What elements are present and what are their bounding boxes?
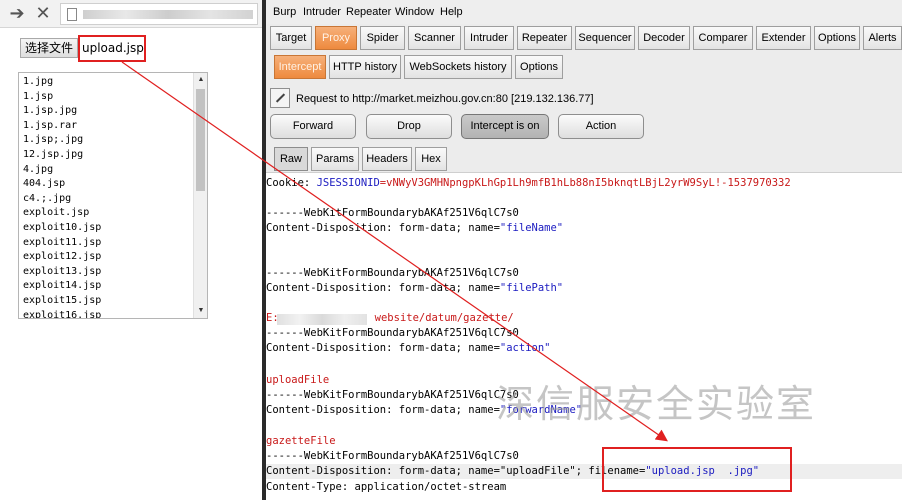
- disposition-line: Content-Disposition: form-data; name="fi…: [266, 281, 563, 296]
- edit-pencil-icon[interactable]: [270, 88, 290, 108]
- file-list-item[interactable]: 12.jsp.jpg: [23, 148, 101, 163]
- cd-prefix: Content-Disposition: form-data; name=: [266, 222, 500, 234]
- menu-burp[interactable]: Burp: [273, 5, 296, 19]
- tab-hex[interactable]: Hex: [415, 147, 447, 171]
- file-list-item[interactable]: exploit.jsp: [23, 206, 101, 221]
- choose-file-button[interactable]: 选择文件: [20, 38, 78, 58]
- tab-decoder[interactable]: Decoder: [638, 26, 690, 50]
- scroll-down-icon[interactable]: ▼: [194, 304, 207, 318]
- tab-proxy-options[interactable]: Options: [515, 55, 563, 79]
- file-list[interactable]: 1.jpg 1.jsp 1.jsp.jpg 1.jsp.rar 1.jsp;.jpg 12…: [18, 72, 208, 319]
- menu-bar: Burp Intruder Repeater Window Help: [266, 0, 902, 24]
- file-list-item[interactable]: 1.jsp.jpg: [23, 104, 101, 119]
- file-list-item[interactable]: exploit15.jsp: [23, 294, 101, 309]
- boundary-line: ------WebKitFormBoundarybAKAf251V6qlC7s0: [266, 389, 519, 401]
- disposition-line: Content-Disposition: form-data; name="fi…: [266, 221, 563, 236]
- tab-alerts[interactable]: Alerts: [863, 26, 902, 50]
- tab-intruder[interactable]: Intruder: [464, 26, 514, 50]
- tab-headers[interactable]: Headers: [362, 147, 412, 171]
- tab-params[interactable]: Params: [311, 147, 359, 171]
- file-list-item[interactable]: exploit14.jsp: [23, 279, 101, 294]
- file-list-item[interactable]: exploit16.jsp: [23, 309, 101, 319]
- browser-toolbar: ➔ ✕: [0, 0, 262, 28]
- file-list-item[interactable]: c4.;.jpg: [23, 192, 101, 207]
- field-action: "action": [499, 342, 551, 354]
- close-icon[interactable]: ✕: [32, 3, 54, 25]
- cookie-line: Cookie: JSESSIONID=vNWyV3GMHNpngpKLhGp1L…: [266, 176, 791, 191]
- message-tab-bar: Raw Params Headers Hex: [270, 147, 470, 171]
- menu-repeater[interactable]: Repeater: [346, 5, 391, 19]
- boundary-line: ------WebKitFormBoundarybAKAf251V6qlC7s0: [266, 267, 519, 279]
- cd-upload-prefix: Content-Disposition: form-data; name="up…: [266, 465, 589, 477]
- tab-options[interactable]: Options: [814, 26, 860, 50]
- tab-target[interactable]: Target: [270, 26, 312, 50]
- address-redacted: [83, 10, 253, 19]
- file-list-scrollbar[interactable]: ▲ ▼: [193, 73, 207, 318]
- file-list-item[interactable]: exploit10.jsp: [23, 221, 101, 236]
- value-uploadfile: uploadFile: [266, 374, 330, 386]
- disposition-line: Content-Disposition: form-data; name="ac…: [266, 341, 550, 356]
- cookie-name: JSESSIONID: [316, 177, 380, 189]
- cookie-value: =vNWyV3GMHNpngpKLhGp1Lh9mfB1hLb88nI5bknq…: [379, 177, 791, 189]
- file-list-item[interactable]: 1.jsp.rar: [23, 119, 101, 134]
- tab-http-history[interactable]: HTTP history: [329, 55, 401, 79]
- cd-prefix: Content-Disposition: form-data; name=: [266, 404, 500, 416]
- menu-intruder[interactable]: Intruder: [303, 5, 341, 19]
- tab-extender[interactable]: Extender: [756, 26, 811, 50]
- intercept-toggle-button[interactable]: Intercept is on: [461, 114, 549, 139]
- file-list-item[interactable]: exploit12.jsp: [23, 250, 101, 265]
- field-filename: "fileName": [499, 222, 564, 234]
- file-list-item[interactable]: 1.jpg: [23, 75, 101, 90]
- boundary-line: ------WebKitFormBoundarybAKAf251V6qlC7s0: [266, 327, 519, 339]
- forward-arrow-icon[interactable]: ➔: [6, 3, 28, 25]
- cd-prefix: Content-Disposition: form-data; name=: [266, 342, 500, 354]
- cd-prefix: Content-Disposition: form-data; name=: [266, 282, 500, 294]
- tab-intercept[interactable]: Intercept: [274, 55, 326, 79]
- menu-window[interactable]: Window: [395, 5, 434, 19]
- forward-button[interactable]: Forward: [270, 114, 356, 139]
- tab-proxy[interactable]: Proxy: [315, 26, 357, 50]
- content-type-line: Content-Type: application/octet-stream: [266, 481, 507, 493]
- tab-sequencer[interactable]: Sequencer: [575, 26, 635, 50]
- file-list-items: 1.jpg 1.jsp 1.jsp.jpg 1.jsp.rar 1.jsp;.jpg 12…: [23, 75, 101, 319]
- request-editor[interactable]: Cookie: JSESSIONID=vNWyV3GMHNpngpKLhGp1L…: [266, 172, 902, 500]
- tab-spider[interactable]: Spider: [360, 26, 405, 50]
- file-list-item[interactable]: exploit13.jsp: [23, 265, 101, 280]
- filename-highlight: [602, 447, 792, 492]
- scroll-up-icon[interactable]: ▲: [194, 73, 207, 87]
- drop-button[interactable]: Drop: [366, 114, 452, 139]
- browser-pane: ➔ ✕ 选择文件 upload.jsp 1.jpg 1.jsp 1.jsp.jpg 1…: [0, 0, 262, 500]
- tab-comparer[interactable]: Comparer: [693, 26, 753, 50]
- selected-file-highlight: [78, 35, 146, 62]
- value-gazettefile: gazetteFile: [266, 435, 336, 447]
- tab-websockets-history[interactable]: WebSockets history: [404, 55, 512, 79]
- file-list-item[interactable]: 1.jsp: [23, 90, 101, 105]
- request-info: Request to http://market.meizhou.gov.cn:…: [296, 93, 594, 105]
- tab-scanner[interactable]: Scanner: [408, 26, 461, 50]
- file-list-item[interactable]: 4.jpg: [23, 163, 101, 178]
- proxy-tab-bar: Intercept HTTP history WebSockets histor…: [270, 55, 570, 79]
- menu-help[interactable]: Help: [440, 5, 463, 19]
- action-button[interactable]: Action: [558, 114, 644, 139]
- tab-raw[interactable]: Raw: [274, 147, 308, 171]
- watermark: 深信服安全实验室: [496, 382, 817, 426]
- file-list-item[interactable]: 404.jsp: [23, 177, 101, 192]
- cookie-key: Cookie:: [266, 177, 317, 189]
- page-icon: [67, 8, 77, 21]
- boundary-line: ------WebKitFormBoundarybAKAf251V6qlC7s0: [266, 207, 519, 219]
- file-list-item[interactable]: 1.jsp;.jpg: [23, 133, 101, 148]
- field-filepath: "filePath": [499, 282, 564, 294]
- scroll-thumb[interactable]: [196, 89, 205, 191]
- boundary-line: ------WebKitFormBoundarybAKAf251V6qlC7s0: [266, 450, 519, 462]
- path-suffix: website/datum/gazette/: [374, 312, 514, 324]
- tool-tab-bar: Target Proxy Spider Scanner Intruder Rep…: [270, 26, 902, 50]
- file-list-item[interactable]: exploit11.jsp: [23, 236, 101, 251]
- path-redacted: [277, 314, 367, 325]
- address-bar[interactable]: [60, 3, 258, 25]
- tab-repeater[interactable]: Repeater: [517, 26, 572, 50]
